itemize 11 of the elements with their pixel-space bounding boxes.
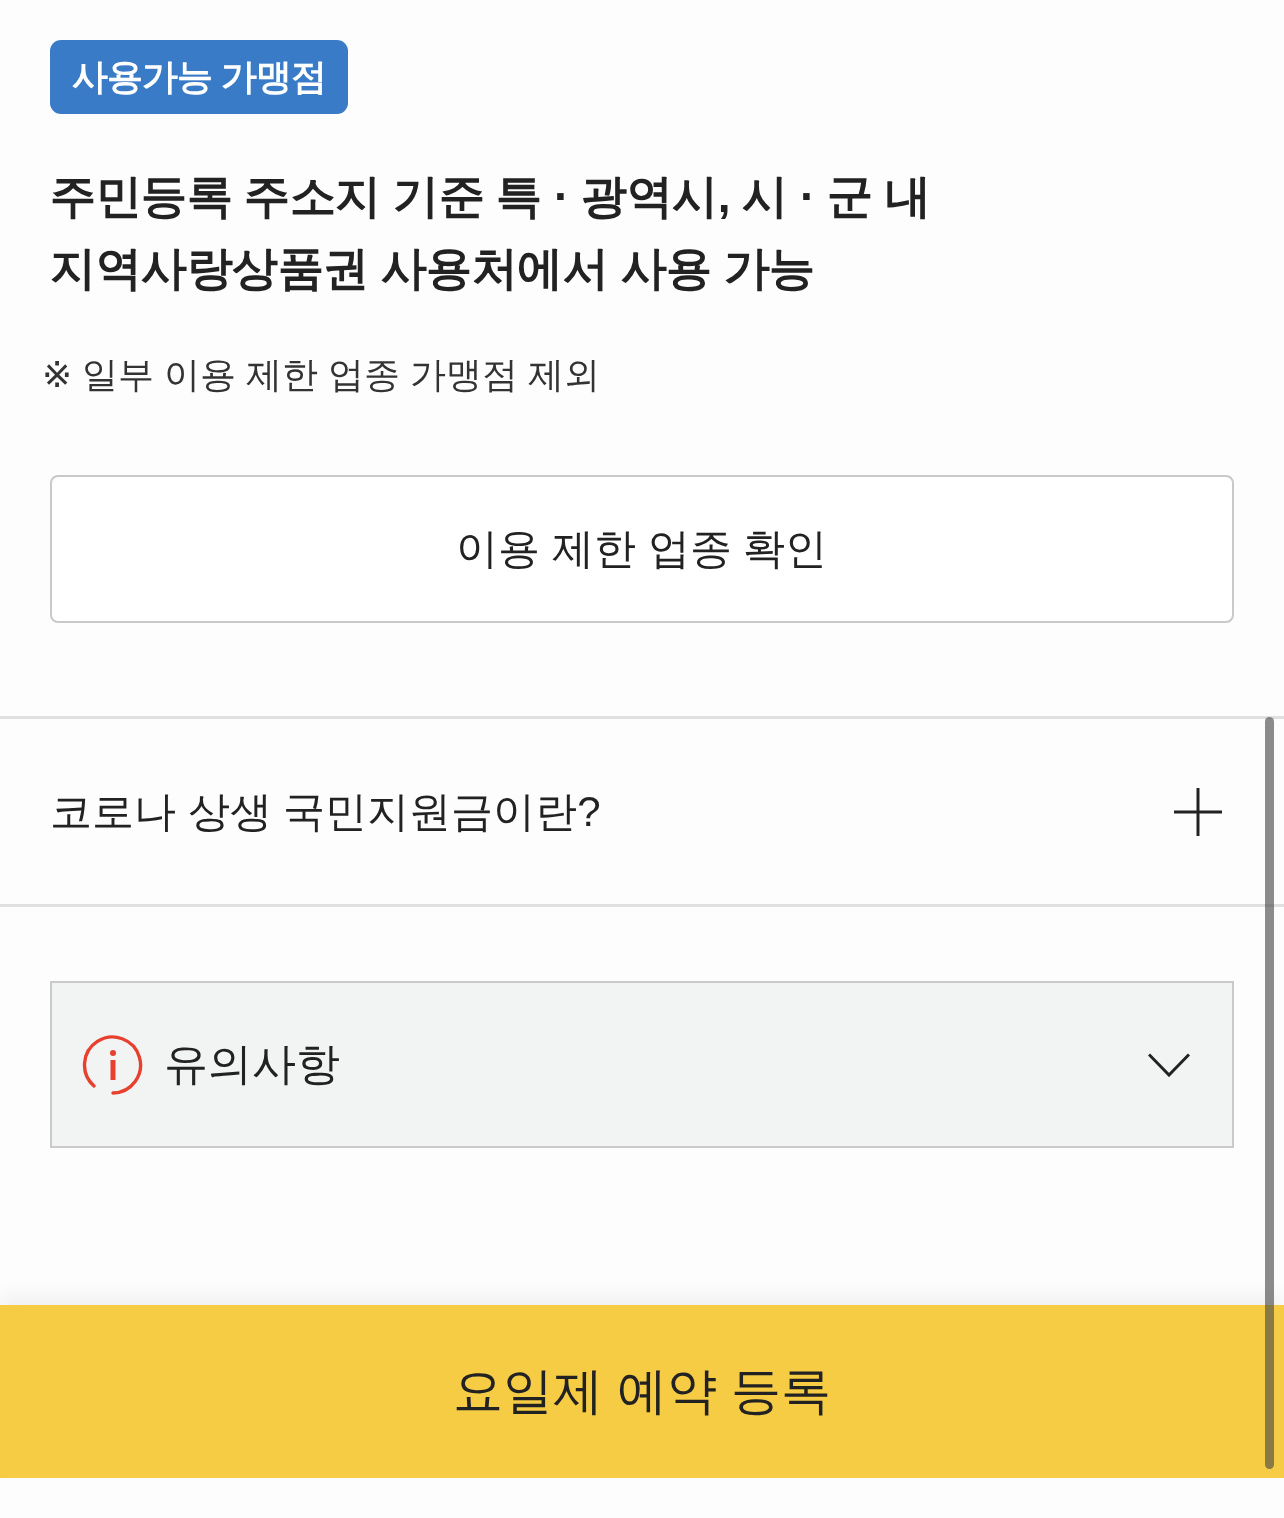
scrollbar-thumb[interactable] bbox=[1265, 717, 1274, 1469]
faq-accordion[interactable]: 코로나 상생 국민지원금이란? bbox=[0, 716, 1284, 907]
faq-title: 코로나 상생 국민지원금이란? bbox=[50, 786, 601, 837]
info-icon bbox=[82, 1033, 144, 1096]
reservation-button[interactable]: 요일제 예약 등록 bbox=[0, 1305, 1284, 1478]
exclusion-note: ※ 일부 이용 제한 업종 가맹점 제외 bbox=[42, 353, 601, 397]
restricted-business-button[interactable]: 이용 제한 업종 확인 bbox=[50, 475, 1234, 623]
store-badge: 사용가능 가맹점 bbox=[50, 40, 348, 114]
notice-accordion[interactable]: 유의사항 bbox=[50, 981, 1234, 1148]
headline: 주민등록 주소지 기준 특 · 광역시, 시 · 군 내 지역사랑상품권 사용처에서 사용 가능 bbox=[50, 169, 932, 296]
notice-title: 유의사항 bbox=[164, 1038, 340, 1090]
